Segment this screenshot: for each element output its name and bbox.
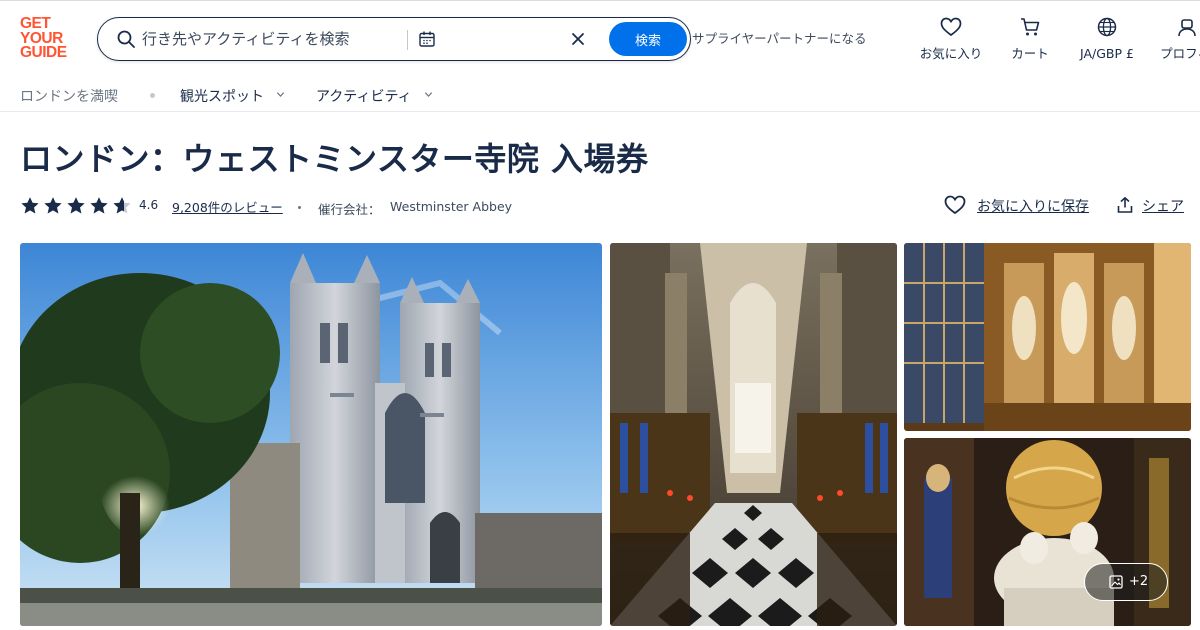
more-photos-count: +2 (1129, 574, 1149, 589)
heart-icon (944, 195, 966, 215)
calendar-icon[interactable] (418, 30, 436, 48)
star-icon (44, 197, 62, 214)
chevron-down-icon (277, 92, 285, 98)
star-icon (113, 197, 131, 214)
star-rating (21, 197, 131, 214)
breadcrumb-separator (150, 93, 155, 98)
wishlist-label: お気に入り (919, 46, 983, 61)
operator-label: 催行会社： (318, 202, 381, 217)
star-icon (67, 197, 85, 214)
share-button[interactable]: シェア (1116, 195, 1196, 219)
language-currency-button[interactable]: JA/GBP £ (1068, 17, 1146, 63)
abbey-exterior-photo[interactable] (20, 243, 602, 626)
reviews-link[interactable]: 9,208件のレビュー (172, 197, 283, 216)
search-divider (407, 30, 408, 50)
close-icon[interactable] (570, 31, 586, 47)
breadcrumb-home[interactable]: ロンドンを満喫 (20, 86, 118, 106)
heart-icon (940, 17, 962, 37)
search-input[interactable] (142, 27, 394, 51)
profile-button[interactable]: プロフィ (1150, 17, 1200, 63)
chevron-down-icon (424, 92, 433, 98)
language-currency-label: JA/GBP £ (1080, 46, 1134, 61)
save-label: お気に入りに保存 (977, 199, 1089, 215)
cart-button[interactable]: カート (1000, 17, 1060, 63)
logo-line-3: GUIDE (20, 44, 67, 61)
star-icon (90, 197, 108, 214)
product-meta: 4.6 9,208件のレビュー 催行会社： Westminster Abbey (20, 196, 720, 218)
profile-icon (1178, 19, 1196, 37)
rating-value: 4.6 (139, 198, 159, 212)
top-header: GET YOUR GUIDE 検索 サプライヤーパートナーになる お気に入り (0, 0, 1200, 80)
search-bar: 検索 (97, 17, 691, 61)
globe-icon (1097, 17, 1117, 37)
sights-menu[interactable]: 観光スポット (180, 86, 285, 106)
profile-label: プロフィ (1160, 46, 1200, 61)
activities-menu-label: アクティビティ (316, 89, 412, 105)
operator-name: Westminster Abbey (390, 199, 513, 214)
abbey-nave-photo[interactable] (610, 243, 897, 626)
sub-navigation: ロンドンを満喫 観光スポット アクティビティ (0, 80, 1200, 112)
star-icon (21, 197, 39, 214)
meta-separator (298, 206, 301, 209)
wishlist-button[interactable]: お気に入り (913, 17, 989, 63)
abbey-statues-photo[interactable] (904, 243, 1191, 431)
getyourguide-logo[interactable]: GET YOUR GUIDE (20, 16, 76, 63)
image-icon (1109, 575, 1123, 589)
page-title: ロンドン：ウェストミンスター寺院 入場券 (20, 140, 649, 178)
cart-icon (1021, 18, 1040, 36)
sights-menu-label: 観光スポット (180, 89, 264, 105)
search-button[interactable]: 検索 (609, 22, 687, 56)
become-supplier-link[interactable]: サプライヤーパートナーになる (692, 28, 867, 47)
share-label: シェア (1142, 199, 1184, 215)
more-photos-button[interactable]: +2 (1084, 563, 1168, 601)
search-icon (117, 30, 135, 48)
share-icon (1117, 196, 1133, 213)
cart-label: カート (1011, 46, 1049, 61)
activities-menu[interactable]: アクティビティ (316, 86, 433, 106)
